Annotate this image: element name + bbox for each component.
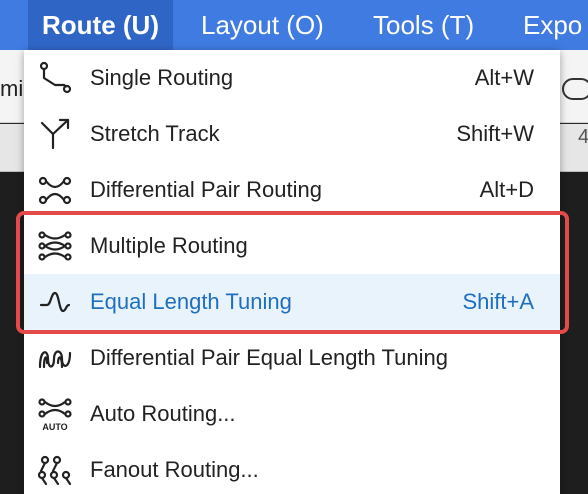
stretch-track-icon (38, 117, 72, 151)
menu-item-differential-pair-equal-length-tuning[interactable]: Differential Pair Equal Length Tuning (24, 330, 560, 386)
menu-route[interactable]: Route (U) (28, 0, 173, 50)
menu-item-shortcut: Alt+W (474, 65, 534, 90)
toggle-shape[interactable] (562, 78, 588, 100)
menu-item-auto-routing[interactable]: AUTO Auto Routing... (24, 386, 560, 442)
auto-routing-icon: AUTO (38, 397, 72, 431)
ruler-tick: 4 (578, 126, 588, 148)
single-routing-icon (38, 61, 72, 95)
menu-layout[interactable]: Layout (O) (201, 0, 324, 50)
fanout-routing-icon (38, 453, 72, 487)
menu-item-stretch-track[interactable]: Stretch Track Shift+W (24, 106, 560, 162)
menu-item-single-routing[interactable]: Single Routing Alt+W (24, 50, 560, 106)
menu-item-shortcut: Alt+D (479, 177, 534, 202)
menubar: Route (U) Layout (O) Tools (T) Expo (0, 0, 588, 50)
menu-item-label: Stretch Track (90, 121, 220, 146)
menu-item-label: Auto Routing... (90, 401, 236, 426)
differential-pair-routing-icon (38, 173, 72, 207)
annotation-highlight-box (16, 211, 569, 334)
svg-text:AUTO: AUTO (42, 422, 67, 431)
menu-item-label: Fanout Routing... (90, 457, 259, 482)
menu-item-label: Single Routing (90, 65, 234, 90)
menu-item-label: Differential Pair Routing (90, 177, 322, 202)
menu-item-shortcut: Shift+W (456, 121, 534, 146)
menu-item-differential-pair-routing[interactable]: Differential Pair Routing Alt+D (24, 162, 560, 218)
menu-item-fanout-routing[interactable]: Fanout Routing... (24, 442, 560, 494)
menu-tools[interactable]: Tools (T) (373, 0, 474, 50)
menu-item-label: Differential Pair Equal Length Tuning (90, 345, 448, 370)
differential-pair-equal-length-tuning-icon (38, 341, 72, 375)
menu-export[interactable]: Expo (523, 0, 582, 50)
